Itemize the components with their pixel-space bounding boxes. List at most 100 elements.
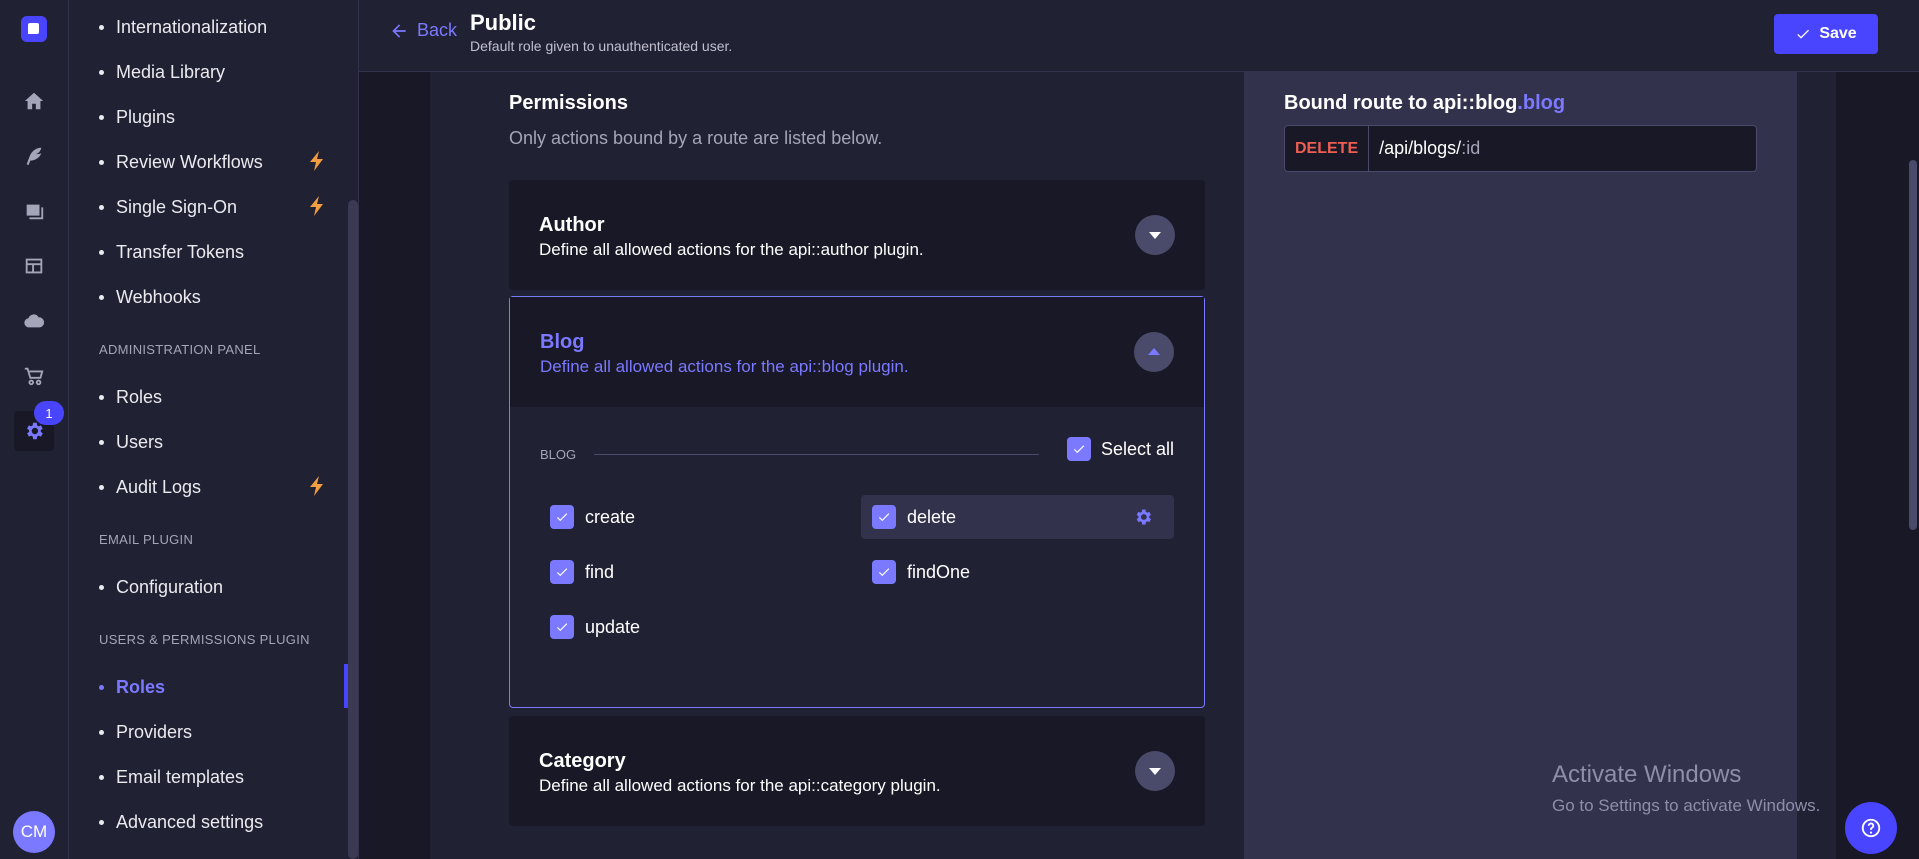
checkbox-checked[interactable] (1066, 437, 1091, 461)
cloud-icon[interactable] (14, 301, 54, 341)
checkbox-checked[interactable] (550, 505, 574, 529)
checkbox-checked[interactable] (550, 560, 574, 584)
check-icon (878, 513, 890, 522)
content-type-builder-icon[interactable] (14, 246, 54, 286)
cog-icon[interactable] (1133, 507, 1153, 527)
subnav-item-up-roles[interactable]: Roles (99, 672, 165, 702)
user-avatar[interactable]: CM (13, 811, 55, 853)
subnav-item-admin-roles[interactable]: Roles (99, 382, 162, 412)
check-icon (556, 623, 568, 632)
help-icon (1861, 818, 1881, 838)
bullet-icon (99, 294, 104, 300)
bullet-icon (99, 159, 104, 165)
bullet-icon (99, 394, 104, 400)
bullet-icon (99, 439, 104, 445)
action-label: create (585, 506, 636, 527)
action-find[interactable]: find (550, 560, 614, 584)
checkbox-checked[interactable] (872, 560, 896, 584)
action-update[interactable]: update (550, 615, 640, 639)
subnav-item-label: Media Library (116, 61, 226, 82)
subnav-item-advanced-settings[interactable]: Advanced settings (99, 807, 263, 837)
accordion-description: Define all allowed actions for the api::… (540, 357, 909, 376)
section-label-users-permissions: USERS & PERMISSIONS PLUGIN (99, 632, 310, 647)
chevron-down-icon[interactable] (1135, 751, 1175, 791)
windows-watermark-subtitle: Go to Settings to activate Windows. (1552, 796, 1821, 815)
subnav-item-label: Webhooks (116, 286, 201, 307)
checkbox-checked[interactable] (872, 505, 896, 529)
marketplace-icon[interactable] (14, 356, 54, 396)
windows-watermark-title: Activate Windows (1552, 761, 1742, 788)
check-icon (556, 568, 568, 577)
bullet-icon (99, 584, 104, 590)
lightning-icon (307, 149, 327, 173)
checkbox-checked[interactable] (550, 615, 574, 639)
section-label-email-plugin: EMAIL PLUGIN (99, 532, 194, 547)
active-item-marker (344, 664, 348, 708)
check-icon (556, 513, 568, 522)
content-manager-icon[interactable] (14, 136, 54, 176)
subnav-item-internationalization[interactable]: Internationalization (99, 12, 267, 42)
subnav-item-audit-logs[interactable]: Audit Logs (99, 472, 201, 502)
page-title: Public (470, 10, 537, 35)
action-create[interactable]: create (550, 505, 635, 529)
bullet-icon (99, 729, 104, 735)
subnav-item-media-library[interactable]: Media Library (99, 57, 225, 87)
page-header: Back Public Default role given to unauth… (359, 0, 1919, 72)
subnav-item-label: Advanced settings (116, 811, 264, 832)
back-link[interactable]: Back (389, 20, 457, 41)
subnav-item-email-templates[interactable]: Email templates (99, 762, 244, 792)
subnav-item-review-workflows[interactable]: Review Workflows (99, 147, 263, 177)
bullet-icon (99, 24, 104, 30)
subnav-item-label: Providers (116, 721, 193, 742)
accordion-header[interactable] (510, 297, 1204, 407)
accordion-author[interactable]: Author Define all allowed actions for th… (509, 180, 1205, 290)
permissions-title: Permissions (509, 92, 628, 114)
select-all-checkbox[interactable]: Select all (1066, 437, 1174, 461)
route-display: DELETE /api/blogs/:id (1284, 125, 1757, 172)
bound-route-title: Bound route to api::blog.blog (1284, 92, 1565, 115)
subnav-item-providers[interactable]: Providers (99, 717, 192, 747)
accordion-title: Blog (540, 331, 585, 353)
subnav-item-label: Transfer Tokens (116, 241, 245, 262)
page-scrollbar[interactable] (1909, 160, 1917, 530)
accordion-category[interactable]: Category Define all allowed actions for … (509, 716, 1205, 826)
route-path-param: :id (1461, 138, 1481, 158)
media-library-icon[interactable] (14, 191, 54, 231)
http-method-badge: DELETE (1285, 126, 1370, 171)
action-findone[interactable]: findOne (872, 560, 970, 584)
route-path: /api/blogs/:id (1369, 138, 1480, 159)
lightning-icon (307, 194, 327, 218)
permissions-subtitle: Only actions bound by a route are listed… (509, 128, 883, 148)
bullet-icon (99, 819, 104, 825)
chevron-up-icon[interactable] (1134, 332, 1174, 372)
accordion-description: Define all allowed actions for the api::… (539, 776, 941, 795)
group-divider (594, 454, 1039, 455)
bullet-icon (99, 684, 104, 690)
action-label: delete (907, 506, 957, 527)
notification-badge: 1 (34, 401, 64, 425)
action-label: update (585, 616, 641, 637)
subnav-item-plugins[interactable]: Plugins (99, 102, 175, 132)
action-label: findOne (907, 561, 971, 582)
subnav-item-transfer-tokens[interactable]: Transfer Tokens (99, 237, 244, 267)
help-button[interactable] (1845, 802, 1897, 854)
arrow-left-icon (392, 23, 406, 38)
subnav-item-single-sign-on[interactable]: Single Sign-On (99, 192, 237, 222)
subnav-item-users[interactable]: Users (99, 427, 163, 457)
subnav-scrollbar[interactable] (344, 200, 358, 859)
chevron-down-icon[interactable] (1135, 215, 1175, 255)
subnav-item-configuration[interactable]: Configuration (99, 572, 223, 602)
route-path-base: /api/blogs/ (1379, 138, 1462, 158)
subnav-item-webhooks[interactable]: Webhooks (99, 282, 201, 312)
action-delete[interactable]: delete (872, 505, 956, 529)
bullet-icon (99, 69, 104, 75)
route-title-api: api::blog (1432, 92, 1518, 114)
check-icon (878, 568, 890, 577)
lightning-icon (307, 474, 327, 498)
page-subtitle: Default role given to unauthenticated us… (470, 38, 733, 54)
accordion-description: Define all allowed actions for the api::… (539, 240, 924, 259)
save-button-label: Save (1819, 25, 1857, 42)
logo-icon[interactable] (21, 16, 47, 42)
save-button[interactable]: Save (1774, 14, 1878, 54)
home-icon[interactable] (14, 81, 54, 121)
